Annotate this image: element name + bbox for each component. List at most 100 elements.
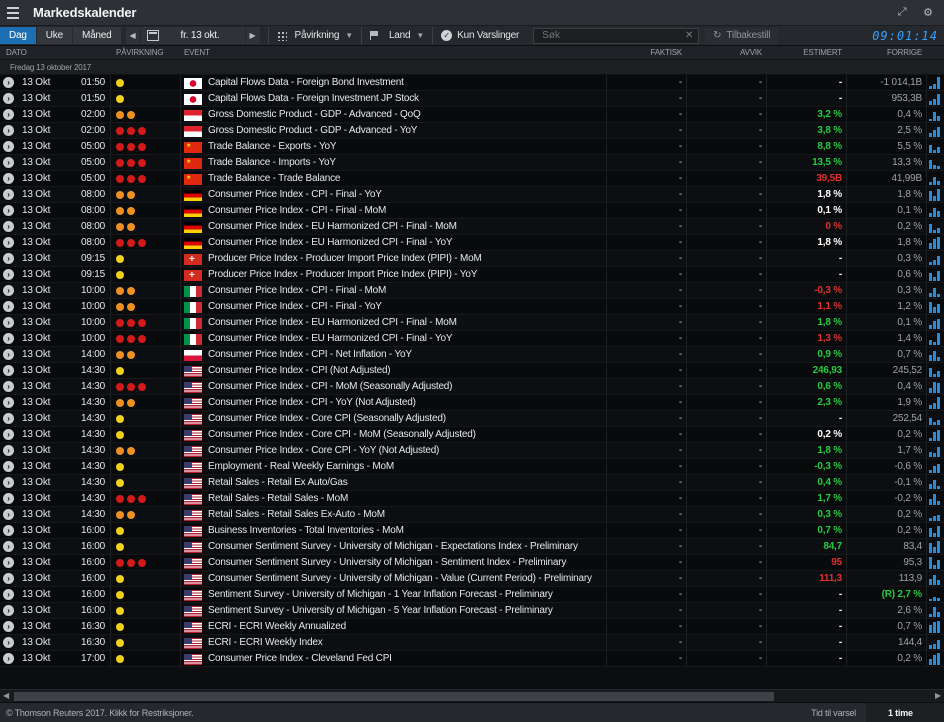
expand-row-icon[interactable]: › bbox=[3, 413, 14, 424]
table-row[interactable]: › 13 Okt 08:00 Consumer Price Index - CP… bbox=[0, 203, 944, 219]
expand-row-icon[interactable]: › bbox=[3, 253, 14, 264]
history-sparkline[interactable] bbox=[929, 253, 943, 265]
history-sparkline[interactable] bbox=[929, 317, 943, 329]
event-name[interactable]: Consumer Price Index - CPI (Not Adjusted… bbox=[208, 363, 391, 378]
event-name[interactable]: Gross Domestic Product - GDP - Advanced … bbox=[208, 107, 421, 122]
next-date-button[interactable]: ▶ bbox=[245, 27, 260, 44]
column-deviation[interactable]: AVVIK bbox=[686, 48, 762, 57]
history-sparkline[interactable] bbox=[929, 205, 943, 217]
expand-row-icon[interactable]: › bbox=[3, 557, 14, 568]
table-row[interactable]: › 13 Okt 16:00 Consumer Sentiment Survey… bbox=[0, 555, 944, 571]
event-name[interactable]: Consumer Price Index - CPI - Net Inflati… bbox=[208, 347, 412, 362]
history-sparkline[interactable] bbox=[929, 285, 943, 297]
scroll-left-icon[interactable]: ◀ bbox=[3, 691, 9, 700]
tab-month[interactable]: Måned bbox=[72, 27, 121, 44]
history-sparkline[interactable] bbox=[929, 493, 943, 505]
table-row[interactable]: › 13 Okt 05:00 ★ Trade Balance - Exports… bbox=[0, 139, 944, 155]
expand-row-icon[interactable]: › bbox=[3, 621, 14, 632]
event-name[interactable]: Consumer Price Index - CPI - Final - YoY bbox=[208, 187, 382, 202]
expand-row-icon[interactable]: › bbox=[3, 493, 14, 504]
expand-row-icon[interactable]: › bbox=[3, 349, 14, 360]
history-sparkline[interactable] bbox=[929, 237, 943, 249]
expand-row-icon[interactable]: › bbox=[3, 317, 14, 328]
table-row[interactable]: › 13 Okt 14:30 Consumer Price Index - Co… bbox=[0, 443, 944, 459]
tab-day[interactable]: Dag bbox=[0, 27, 36, 44]
event-name[interactable]: ECRI - ECRI Weekly Annualized bbox=[208, 619, 346, 634]
table-row[interactable]: › 13 Okt 16:00 Business Inventories - To… bbox=[0, 523, 944, 539]
history-sparkline[interactable] bbox=[929, 557, 943, 569]
table-row[interactable]: › 13 Okt 08:00 Consumer Price Index - EU… bbox=[0, 219, 944, 235]
menu-icon[interactable] bbox=[0, 0, 26, 26]
table-row[interactable]: › 13 Okt 16:00 Sentiment Survey - Univer… bbox=[0, 603, 944, 619]
table-row[interactable]: › 13 Okt 10:00 Consumer Price Index - CP… bbox=[0, 283, 944, 299]
table-row[interactable]: › 13 Okt 14:30 Consumer Price Index - CP… bbox=[0, 379, 944, 395]
table-row[interactable]: › 13 Okt 14:30 Retail Sales - Retail Ex … bbox=[0, 475, 944, 491]
expand-row-icon[interactable]: › bbox=[3, 509, 14, 520]
table-row[interactable]: › 13 Okt 14:00 Consumer Price Index - CP… bbox=[0, 347, 944, 363]
event-name[interactable]: Producer Price Index - Producer Import P… bbox=[208, 251, 482, 266]
table-row[interactable]: › 13 Okt 05:00 ★ Trade Balance - Imports… bbox=[0, 155, 944, 171]
event-name[interactable]: Consumer Sentiment Survey - University o… bbox=[208, 539, 578, 554]
settings-icon[interactable]: ⚙ bbox=[918, 3, 938, 23]
history-sparkline[interactable] bbox=[929, 605, 943, 617]
history-sparkline[interactable] bbox=[929, 589, 943, 601]
column-impact[interactable]: PÅVIRKNING bbox=[116, 48, 164, 57]
history-sparkline[interactable] bbox=[929, 77, 943, 89]
expand-row-icon[interactable]: › bbox=[3, 141, 14, 152]
history-sparkline[interactable] bbox=[929, 301, 943, 313]
time-to-alert-select[interactable]: 1 time bbox=[866, 703, 944, 722]
event-name[interactable]: Capital Flows Data - Foreign Investment … bbox=[208, 91, 419, 106]
event-name[interactable]: Consumer Sentiment Survey - University o… bbox=[208, 571, 592, 586]
column-actual[interactable]: FAKTISK bbox=[606, 48, 683, 57]
table-row[interactable]: › 13 Okt 16:00 Sentiment Survey - Univer… bbox=[0, 587, 944, 603]
table-row[interactable]: › 13 Okt 17:00 Consumer Price Index - Cl… bbox=[0, 651, 944, 667]
event-name[interactable]: Consumer Price Index - EU Harmonized CPI… bbox=[208, 331, 453, 346]
table-row[interactable]: › 13 Okt 08:00 Consumer Price Index - CP… bbox=[0, 187, 944, 203]
event-name[interactable]: Trade Balance - Exports - YoY bbox=[208, 139, 337, 154]
history-sparkline[interactable] bbox=[929, 413, 943, 425]
history-sparkline[interactable] bbox=[929, 381, 943, 393]
expand-row-icon[interactable]: › bbox=[3, 93, 14, 104]
table-row[interactable]: › 13 Okt 14:30 Consumer Price Index - Co… bbox=[0, 411, 944, 427]
table-row[interactable]: › 13 Okt 09:15 + Producer Price Index - … bbox=[0, 267, 944, 283]
column-date[interactable]: DATO bbox=[6, 48, 27, 57]
event-name[interactable]: Consumer Price Index - CPI - Final - MoM bbox=[208, 283, 386, 298]
event-name[interactable]: Consumer Price Index - EU Harmonized CPI… bbox=[208, 315, 457, 330]
column-previous[interactable]: FORRIGE bbox=[846, 48, 922, 57]
event-name[interactable]: Employment - Real Weekly Earnings - MoM bbox=[208, 459, 394, 474]
expand-row-icon[interactable]: › bbox=[3, 653, 14, 664]
clear-search-icon[interactable]: ✕ bbox=[685, 30, 693, 41]
history-sparkline[interactable] bbox=[929, 141, 943, 153]
history-sparkline[interactable] bbox=[929, 573, 943, 585]
event-name[interactable]: Retail Sales - Retail Sales Ex-Auto - Mo… bbox=[208, 507, 385, 522]
expand-row-icon[interactable]: › bbox=[3, 189, 14, 200]
event-name[interactable]: Consumer Price Index - CPI - MoM (Season… bbox=[208, 379, 453, 394]
event-name[interactable]: Trade Balance - Imports - YoY bbox=[208, 155, 336, 170]
history-sparkline[interactable] bbox=[929, 397, 943, 409]
expand-row-icon[interactable]: › bbox=[3, 365, 14, 376]
event-name[interactable]: Consumer Price Index - Cleveland Fed CPI bbox=[208, 651, 392, 666]
event-name[interactable]: Business Inventories - Total Inventories… bbox=[208, 523, 404, 538]
expand-row-icon[interactable]: › bbox=[3, 541, 14, 552]
table-row[interactable]: › 13 Okt 16:30 ECRI - ECRI Weekly Annual… bbox=[0, 619, 944, 635]
expand-row-icon[interactable]: › bbox=[3, 381, 14, 392]
event-name[interactable]: Consumer Price Index - CPI - YoY (Not Ad… bbox=[208, 395, 416, 410]
expand-row-icon[interactable]: › bbox=[3, 205, 14, 216]
history-sparkline[interactable] bbox=[929, 525, 943, 537]
event-name[interactable]: Consumer Price Index - Core CPI (Seasona… bbox=[208, 411, 446, 426]
event-name[interactable]: Capital Flows Data - Foreign Bond Invest… bbox=[208, 75, 404, 90]
expand-row-icon[interactable]: › bbox=[3, 109, 14, 120]
expand-row-icon[interactable]: › bbox=[3, 461, 14, 472]
history-sparkline[interactable] bbox=[929, 333, 943, 345]
history-sparkline[interactable] bbox=[929, 125, 943, 137]
table-row[interactable]: › 13 Okt 14:30 Consumer Price Index - CP… bbox=[0, 363, 944, 379]
expand-row-icon[interactable]: › bbox=[3, 589, 14, 600]
expand-icon[interactable]: ⤢ bbox=[892, 3, 912, 23]
history-sparkline[interactable] bbox=[929, 653, 943, 665]
history-sparkline[interactable] bbox=[929, 173, 943, 185]
event-name[interactable]: Producer Price Index - Producer Import P… bbox=[208, 267, 477, 282]
expand-row-icon[interactable]: › bbox=[3, 237, 14, 248]
event-name[interactable]: Consumer Sentiment Survey - University o… bbox=[208, 555, 566, 570]
expand-row-icon[interactable]: › bbox=[3, 173, 14, 184]
event-name[interactable]: Consumer Price Index - CPI - Final - MoM bbox=[208, 203, 386, 218]
